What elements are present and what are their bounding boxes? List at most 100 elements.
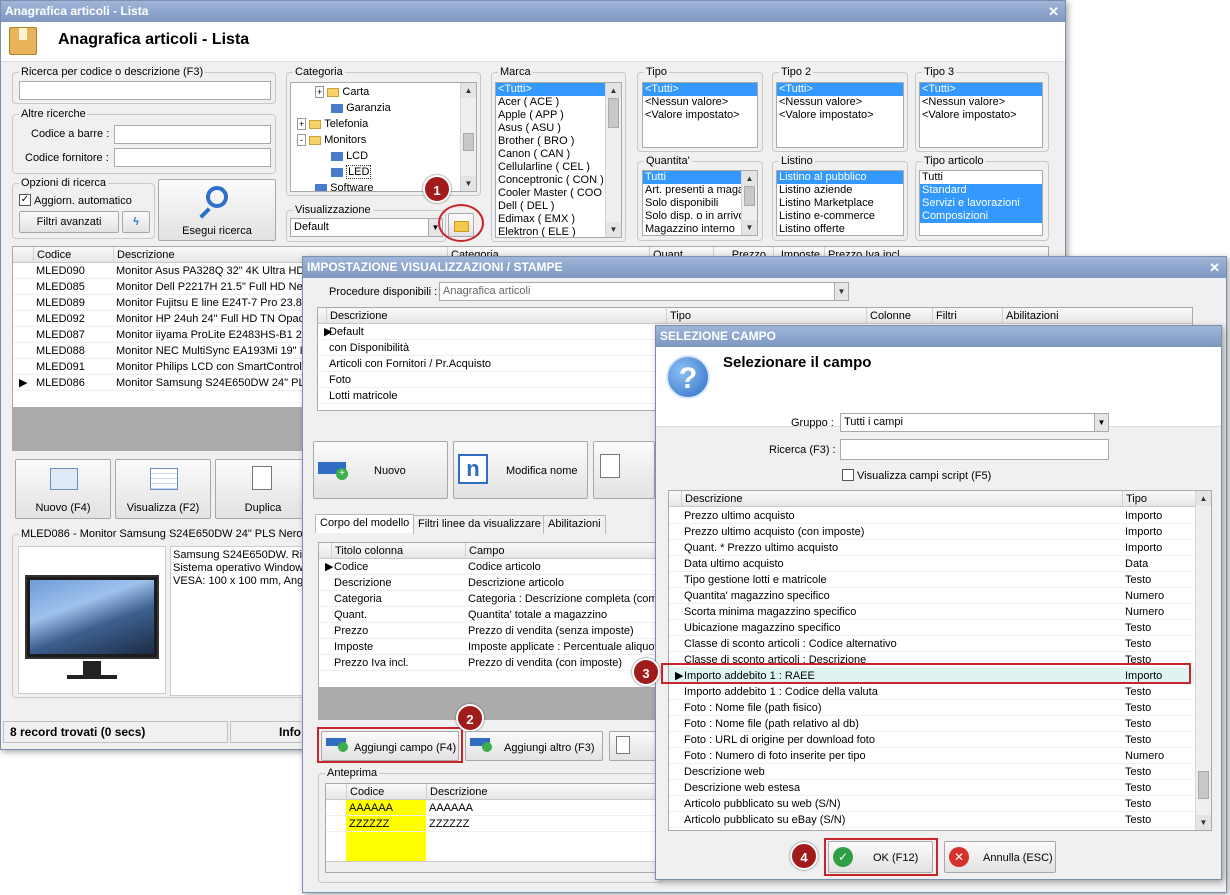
table-row[interactable]: Foto : URL di origine per download foto T… <box>669 732 1194 748</box>
brand-item[interactable]: Cooler Master ( COO ) <box>496 187 621 200</box>
brand-item[interactable]: Dell ( DEL ) <box>496 200 621 213</box>
brand-item[interactable]: Apple ( APP ) <box>496 109 621 122</box>
cancel-button[interactable]: ✕ Annulla (ESC) <box>944 841 1056 873</box>
table-row[interactable]: Descrizione web estesa Testo <box>669 780 1194 796</box>
close-icon[interactable]: ✕ <box>1209 257 1220 278</box>
preview-grid[interactable]: Codice Descrizione AAAAAA AAAAAA ZZZZZZ ZZZ… <box>325 783 660 873</box>
quantity-item[interactable]: Magazzino interno <box>643 223 757 235</box>
columns-grid[interactable]: Titolo colonna Campo ▶ Codice Codice artic… <box>318 542 663 720</box>
pricelist-list[interactable]: Listino al pubblico Listino aziende Listin… <box>776 170 904 236</box>
quantity-scrollbar[interactable]: ▲ ▼ <box>741 171 757 235</box>
new-template-button[interactable]: + Nuovo <box>313 441 448 499</box>
tipo-list[interactable]: <Tutti> <Nessun valore> <Valore impostato> <box>642 82 758 148</box>
quantity-item[interactable]: Tutti <box>643 171 757 184</box>
brand-list[interactable]: <Tutti> Acer ( ACE ) Apple ( APP ) Asus ( A… <box>495 82 622 238</box>
pricelist-item[interactable]: Listino offerte <box>777 223 903 235</box>
col-header[interactable]: Codice <box>346 784 426 800</box>
brand-item[interactable]: Acer ( ACE ) <box>496 96 621 109</box>
table-row[interactable]: Articolo pubblicato su web (S/N) Testo <box>669 796 1194 812</box>
article-type-list[interactable]: Tutti Standard Servizi e lavorazioni Compos… <box>919 170 1043 236</box>
tree-item[interactable]: - Monitors <box>297 134 366 146</box>
table-row[interactable]: Descrizione Descrizione articolo <box>319 575 662 591</box>
tipo-item[interactable]: <Valore impostato> <box>643 109 757 122</box>
procedures-select[interactable]: Anagrafica articoli ▼ <box>439 282 849 301</box>
tipo2-item[interactable]: <Nessun valore> <box>777 96 903 109</box>
supplier-input[interactable] <box>114 148 271 167</box>
barcode-input[interactable] <box>114 125 271 144</box>
article-type-item[interactable]: Tutti <box>920 171 1042 184</box>
auto-update-checkbox[interactable]: ✓ <box>19 194 31 206</box>
table-row[interactable]: Articolo pubblicato su eBay (S/N) Testo <box>669 812 1194 828</box>
table-row[interactable]: Quant. * Prezzo ultimo acquisto Importo <box>669 540 1194 556</box>
copy-template-button[interactable] <box>593 441 655 499</box>
table-row[interactable]: Prezzo ultimo acquisto Importo <box>669 508 1194 524</box>
table-row[interactable]: ZZZZZZ ZZZZZZ <box>326 816 659 832</box>
table-row[interactable]: Tipo gestione lotti e matricole Testo <box>669 572 1194 588</box>
tipo3-list[interactable]: <Tutti> <Nessun valore> <Valore impostato> <box>919 82 1043 148</box>
brand-scrollbar[interactable]: ▲ ▼ <box>605 83 621 237</box>
brand-item[interactable]: Cellularline ( CEL ) <box>496 161 621 174</box>
tipo-item[interactable]: <Tutti> <box>643 83 757 96</box>
col-header[interactable]: Descrizione <box>326 308 666 324</box>
tree-item[interactable]: + Carta <box>315 86 369 98</box>
tipo-item[interactable]: <Nessun valore> <box>643 96 757 109</box>
view-select[interactable]: Default ▼ <box>290 218 443 237</box>
tipo3-item[interactable]: <Valore impostato> <box>920 109 1042 122</box>
pricelist-item[interactable]: Listino aziende <box>777 184 903 197</box>
table-row[interactable]: Imposte Imposte applicate : Percentuale a… <box>319 639 662 655</box>
tree-item[interactable]: LED <box>331 165 372 179</box>
brand-item[interactable]: Canon ( CAN ) <box>496 148 621 161</box>
table-row[interactable]: Descrizione web Testo <box>669 764 1194 780</box>
view-article-button[interactable]: Visualizza (F2) <box>115 459 211 519</box>
table-row[interactable]: Data ultimo acquisto Data <box>669 556 1194 572</box>
search-button[interactable]: Esegui ricerca <box>158 179 276 241</box>
duplicate-button[interactable]: Duplica <box>215 459 311 519</box>
tipo2-list[interactable]: <Tutti> <Nessun valore> <Valore impostato> <box>776 82 904 148</box>
quantity-item[interactable]: Art. presenti a magazzino <box>643 184 757 197</box>
col-header[interactable]: Colonne <box>866 308 932 324</box>
pricelist-item[interactable]: Listino e-commerce <box>777 210 903 223</box>
table-row[interactable]: Foto : Nome file (path relativo al db) Te… <box>669 716 1194 732</box>
tree-item[interactable]: LCD <box>331 150 368 162</box>
tipo3-item[interactable]: <Tutti> <box>920 83 1042 96</box>
fields-scrollbar[interactable]: ▲ ▼ <box>1195 491 1211 830</box>
brand-item[interactable]: Elektron ( ELE ) <box>496 226 621 237</box>
rename-template-button[interactable]: n Modifica nome <box>453 441 588 499</box>
tab-line-filters[interactable]: Filtri linee da visualizzare <box>413 515 546 534</box>
brand-item[interactable]: Asus ( ASU ) <box>496 122 621 135</box>
adv-filters-button[interactable]: Filtri avanzati <box>19 211 119 233</box>
pricelist-item[interactable]: Listino al pubblico <box>777 171 903 184</box>
brand-item[interactable]: Conceptronic ( CON ) <box>496 174 621 187</box>
group-select[interactable]: Tutti i campi ▼ <box>840 413 1109 432</box>
col-header[interactable]: Tipo <box>1122 491 1194 507</box>
article-type-item[interactable]: Servizi e lavorazioni <box>920 197 1042 210</box>
table-row[interactable]: Importo addebito 1 : Codice della valuta… <box>669 684 1194 700</box>
col-header[interactable]: Descrizione <box>426 784 626 800</box>
tipo3-item[interactable]: <Nessun valore> <box>920 96 1042 109</box>
search-input[interactable] <box>19 81 271 100</box>
col-header[interactable]: Abilitazioni <box>1002 308 1122 324</box>
brand-item[interactable]: Edimax ( EMX ) <box>496 213 621 226</box>
col-header[interactable]: Descrizione <box>681 491 1122 507</box>
lightning-button[interactable]: ϟ <box>122 211 150 233</box>
col-header[interactable]: Campo <box>465 543 662 559</box>
add-other-button[interactable]: Aggiungi altro (F3) <box>465 731 603 761</box>
table-row[interactable]: Ubicazione magazzino specifico Testo <box>669 620 1194 636</box>
quantity-item[interactable]: Solo disp. o in arrivo <box>643 210 757 223</box>
table-row[interactable]: Categoria Categoria : Descrizione complet… <box>319 591 662 607</box>
col-header[interactable]: Tipo <box>666 308 866 324</box>
table-row[interactable]: Classe di sconto articoli : Codice alter… <box>669 636 1194 652</box>
table-row[interactable]: Foto : Numero di foto inserite per tipo N… <box>669 748 1194 764</box>
table-row[interactable]: Prezzo Iva incl. Prezzo di vendita (con i… <box>319 655 662 671</box>
col-header[interactable]: Titolo colonna <box>331 543 465 559</box>
fields-grid[interactable]: Descrizione Tipo Prezzo ultimo acquisto I… <box>668 490 1212 831</box>
pricelist-item[interactable]: Listino Marketplace <box>777 197 903 210</box>
new-article-button[interactable]: Nuovo (F4) <box>15 459 111 519</box>
quantity-item[interactable]: Solo disponibili <box>643 197 757 210</box>
col-header[interactable]: Filtri <box>932 308 1002 324</box>
quantity-list[interactable]: Tutti Art. presenti a magazzino Solo dispo… <box>642 170 758 236</box>
tree-item[interactable]: Software <box>315 182 373 191</box>
category-tree[interactable]: + Carta Garanzia + Telefonia - Monitors … <box>290 82 477 192</box>
article-type-item[interactable]: Standard <box>920 184 1042 197</box>
tree-item[interactable]: Garanzia <box>331 102 391 114</box>
